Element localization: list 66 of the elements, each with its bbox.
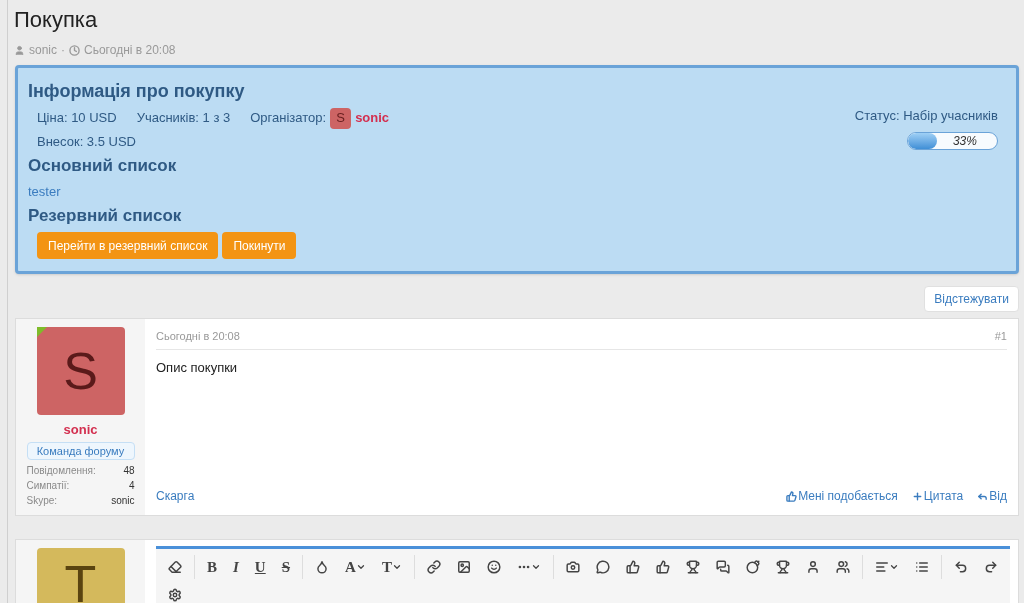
droplet-icon	[315, 560, 330, 574]
speech-bubble-icon	[595, 560, 610, 574]
action-button[interactable]: Покинути	[222, 232, 297, 259]
avatar: S	[36, 327, 125, 415]
stat-value: 48	[123, 463, 135, 478]
image-icon	[456, 560, 471, 574]
clock-icon	[69, 44, 80, 56]
action-button[interactable]: Перейти в резервний список	[37, 232, 219, 259]
stat-label: Skype:	[26, 493, 58, 508]
stat-label: Повідомлення:	[26, 463, 96, 478]
list-icon	[914, 560, 929, 574]
trophy-icon	[685, 560, 700, 574]
camera-icon	[565, 560, 580, 574]
format-button[interactable]: A	[337, 553, 374, 581]
avatar: T	[36, 548, 125, 603]
format-button[interactable]: U	[246, 553, 274, 581]
user-icon	[805, 560, 820, 574]
format-button[interactable]: I	[225, 553, 247, 581]
plus-icon	[911, 490, 923, 502]
link-icon	[426, 560, 441, 574]
organizer-link[interactable]: sonic	[355, 108, 390, 128]
post-action-link[interactable]: Від	[977, 487, 1007, 505]
report-link[interactable]: Скарга	[156, 487, 195, 505]
separator-dot: ·	[61, 42, 65, 59]
settings-icon	[168, 588, 182, 602]
participants-text: Учасників: 1 з 3	[136, 109, 231, 128]
format-button[interactable]: T	[373, 553, 410, 581]
post-body: Опис покупки	[156, 358, 239, 377]
section-heading: Резервний список	[28, 205, 183, 227]
price-text: Ціна: 10 USD	[37, 109, 117, 128]
smiley-icon	[486, 560, 501, 574]
users-icon	[835, 560, 850, 574]
post-action-link[interactable]: Мені подобається	[786, 487, 898, 505]
member-link[interactable]: tester	[28, 182, 390, 202]
align-icon	[874, 560, 889, 574]
stat-value: 4	[128, 478, 135, 493]
user-title-badge: Команда форуму	[26, 441, 135, 460]
fee-text: Внесок: 3.5 USD	[36, 133, 137, 151]
thumbs-up-icon	[786, 490, 798, 502]
post-number-link[interactable]: #1	[994, 328, 1007, 345]
section-heading: Інформація про покупку	[28, 80, 246, 103]
thumbs-up-icon	[625, 560, 640, 574]
progress-reading: 33%	[952, 132, 977, 149]
post-time: Сьогодні в 20:08	[156, 329, 240, 344]
redo-icon	[983, 560, 998, 574]
stat-label: Симпатії:	[26, 478, 70, 493]
eraser-icon	[168, 560, 182, 574]
stat-value: sonic	[111, 493, 135, 508]
post-action-link[interactable]: Цитата	[911, 487, 964, 505]
section-heading: Основний список	[28, 155, 178, 177]
user-icon	[14, 44, 25, 56]
format-button[interactable]: B	[199, 553, 225, 581]
format-button[interactable]: S	[273, 553, 299, 581]
chat-icon	[715, 560, 730, 574]
page-title: Покупка	[14, 6, 99, 34]
thumbs-up-icon	[655, 560, 670, 574]
organizer-avatar: S	[330, 107, 352, 129]
username-link[interactable]: sonic	[63, 420, 98, 440]
thread-time: Сьогодні в 20:08	[84, 42, 176, 59]
status-text: Статус: Набір учасників	[854, 107, 998, 125]
organizer-label: Організатор:	[250, 109, 327, 128]
follow-button[interactable]: Відстежувати	[924, 286, 1019, 312]
undo-icon	[953, 560, 968, 574]
author-link[interactable]: sonic	[29, 41, 57, 59]
bomb-icon	[745, 560, 760, 574]
trophy-icon	[775, 560, 790, 574]
